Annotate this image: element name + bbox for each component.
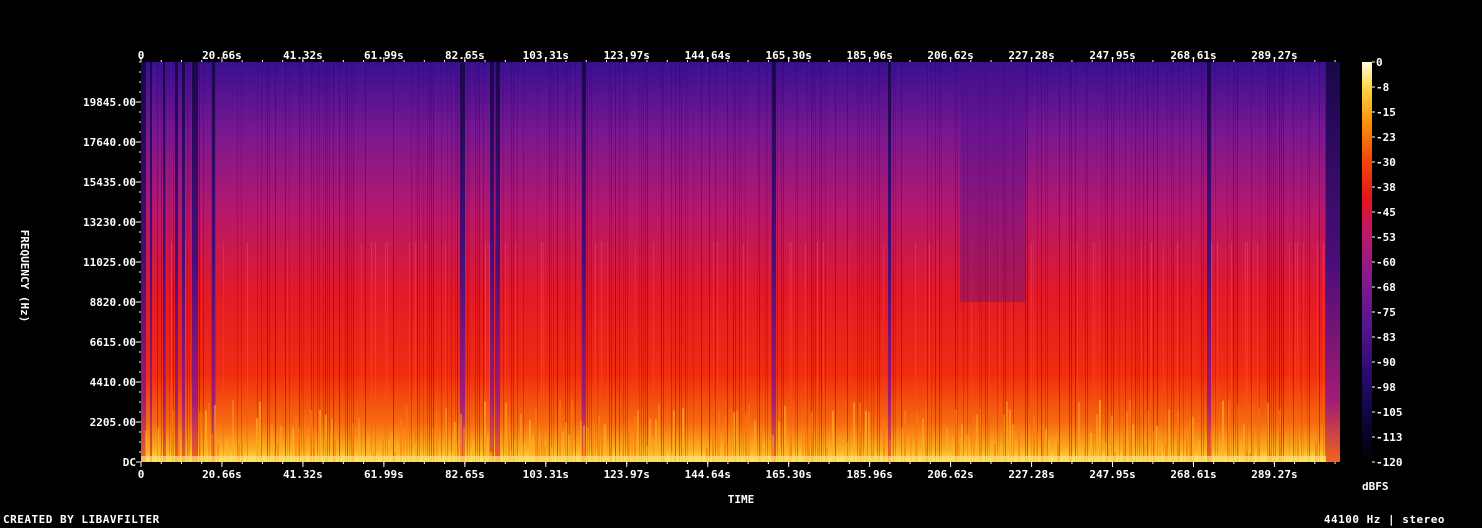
x-tick-label-bottom: 144.64s: [685, 468, 731, 481]
x-tick-label-bottom: 206.62s: [927, 468, 973, 481]
y-tick-label: 8820.00: [90, 296, 136, 309]
x-tick-label-bottom: 185.96s: [846, 468, 892, 481]
x-tick-label-bottom: 41.32s: [283, 468, 323, 481]
quiet-gap: [212, 62, 215, 462]
quiet-gap: [163, 62, 165, 462]
quiet-gap: [1326, 62, 1340, 462]
y-tick-label: DC: [123, 456, 136, 469]
x-tick-label-bottom: 103.31s: [523, 468, 569, 481]
colorbar: 0 -8 -15 -23 -30 -38 -45 -53 -60 -68 -75 -83 -90 -98 -…: [1362, 56, 1403, 469]
x-tick-label-bottom: 61.99s: [364, 468, 404, 481]
quiet-gap: [150, 62, 152, 462]
colorbar-tick-label: 0: [1376, 56, 1383, 69]
y-tick-label: 2205.00: [90, 416, 136, 429]
x-tick-label-bottom: 268.61s: [1170, 468, 1216, 481]
colorbar-tick-label: -30: [1376, 156, 1396, 169]
quiet-gap: [182, 62, 185, 462]
colorbar-tick-label: -113: [1376, 431, 1403, 444]
colorbar-tick-label: -15: [1376, 106, 1396, 119]
y-tick-label: 15435.00: [83, 176, 136, 189]
x-tick-label-bottom: 289.27s: [1251, 468, 1297, 481]
colorbar-tick-label: -98: [1376, 381, 1396, 394]
x-tick-label-bottom: 247.95s: [1089, 468, 1135, 481]
dc-band: [141, 456, 1326, 462]
quiet-gap: [1207, 62, 1211, 462]
colorbar-tick-label: -68: [1376, 281, 1396, 294]
quiet-gap: [490, 62, 494, 462]
quiet-gap: [888, 62, 891, 462]
y-tick-label: 11025.00: [83, 256, 136, 269]
colorbar-tick-label: -60: [1376, 256, 1396, 269]
x-tick-label-bottom: 227.28s: [1008, 468, 1054, 481]
y-axis-title: FREQUENCY (Hz): [18, 230, 31, 323]
x-tick-label-bottom: 123.97s: [604, 468, 650, 481]
spectrogram-plot-area: [141, 62, 1340, 462]
colorbar-gradient: [1362, 62, 1372, 462]
x-axis-title: TIME: [728, 493, 755, 506]
colorbar-tick-label: -90: [1376, 356, 1396, 369]
quiet-gap: [192, 62, 198, 462]
colorbar-unit-label: dBFS: [1362, 480, 1389, 493]
colorbar-tick-label: -53: [1376, 231, 1396, 244]
quiet-gap: [460, 62, 465, 462]
x-axis-top: 0 20.66s 41.32s 61.99s 82.65s 103.31s 123.97s 1…: [138, 49, 1336, 62]
y-tick-label: 6615.00: [90, 336, 136, 349]
colorbar-tick-label: -83: [1376, 331, 1396, 344]
x-tick-label-bottom: 0: [138, 468, 145, 481]
quiet-gap: [175, 62, 178, 462]
x-tick-label-bottom: 20.66s: [202, 468, 242, 481]
colorbar-tick-label: -8: [1376, 81, 1389, 94]
colorbar-tick-label: -38: [1376, 181, 1396, 194]
quiet-gap: [496, 62, 500, 462]
y-tick-label: 19845.00: [83, 96, 136, 109]
quiet-gap: [141, 62, 146, 462]
colorbar-tick-label: -105: [1376, 406, 1403, 419]
footer-audio-info: 44100 Hz | stereo: [1323, 513, 1445, 526]
y-tick-label: 4410.00: [90, 376, 136, 389]
y-tick-label: 17640.00: [83, 136, 136, 149]
quiet-gap: [582, 62, 586, 462]
y-axis: DC 2205.00 4410.00 6615.00 8820.00 11025.00 13…: [83, 61, 141, 469]
footer-credit: CREATED BY LIBAVFILTER: [3, 513, 160, 526]
x-axis-bottom: 0 20.66s 41.32s 61.99s 82.65s 103.31s 123.97s 1…: [138, 462, 1336, 481]
y-tick-label: 13230.00: [83, 216, 136, 229]
x-tick-label-bottom: 82.65s: [445, 468, 485, 481]
colorbar-tick-label: -23: [1376, 131, 1396, 144]
spectrogram-background: [141, 62, 1340, 462]
spectrogram-chart: 0 20.66s 41.32s 61.99s 82.65s 103.31s 123.97s 1…: [18, 49, 1403, 506]
colorbar-tick-label: -120: [1376, 456, 1403, 469]
x-tick-label-bottom: 165.30s: [766, 468, 812, 481]
colorbar-tick-label: -45: [1376, 206, 1396, 219]
quiet-region: [960, 62, 1026, 302]
colorbar-tick-label: -75: [1376, 306, 1396, 319]
quiet-gap: [772, 62, 776, 462]
